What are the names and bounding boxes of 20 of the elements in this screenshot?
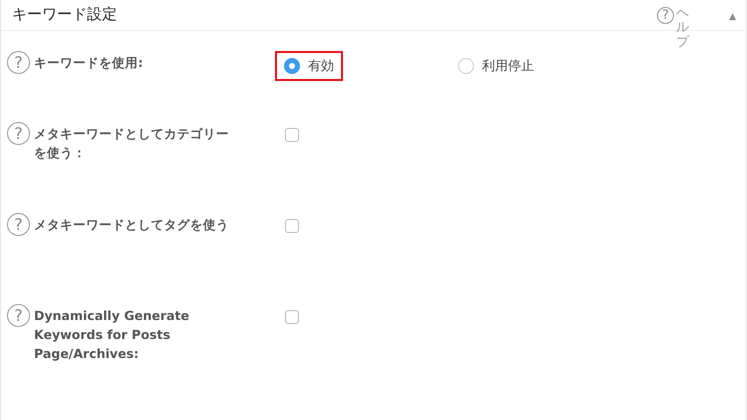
help-link[interactable]: ヘルプ [676,7,690,50]
checkbox[interactable] [285,128,299,142]
setting-label: メタキーワードとしてタグを使う [34,216,230,234]
panel-title: キーワード設定 [11,5,118,24]
checkbox[interactable] [285,219,299,233]
radio-label[interactable]: 有効 [308,57,334,75]
setting-label: メタキーワードとしてカテゴリーを使う： [34,125,230,162]
help-icon[interactable]: ? [7,122,30,145]
setting-label: キーワードを使用: [34,54,144,72]
help-icon[interactable]: ? [7,304,30,327]
checkbox[interactable] [285,310,299,324]
help-icon[interactable]: ? [7,213,30,236]
setting-label: Dynamically Generate Keywords for Posts Page/Archives: [34,307,190,363]
radio-label[interactable]: 利用停止 [482,57,534,75]
help-icon[interactable]: ? [7,51,30,74]
radio-button[interactable] [284,58,300,74]
collapse-toggle[interactable]: ▲ [729,12,736,22]
help-icon[interactable]: ? [657,7,674,24]
radio-option[interactable]: 利用停止 [449,51,612,81]
radio-button[interactable] [458,58,474,74]
